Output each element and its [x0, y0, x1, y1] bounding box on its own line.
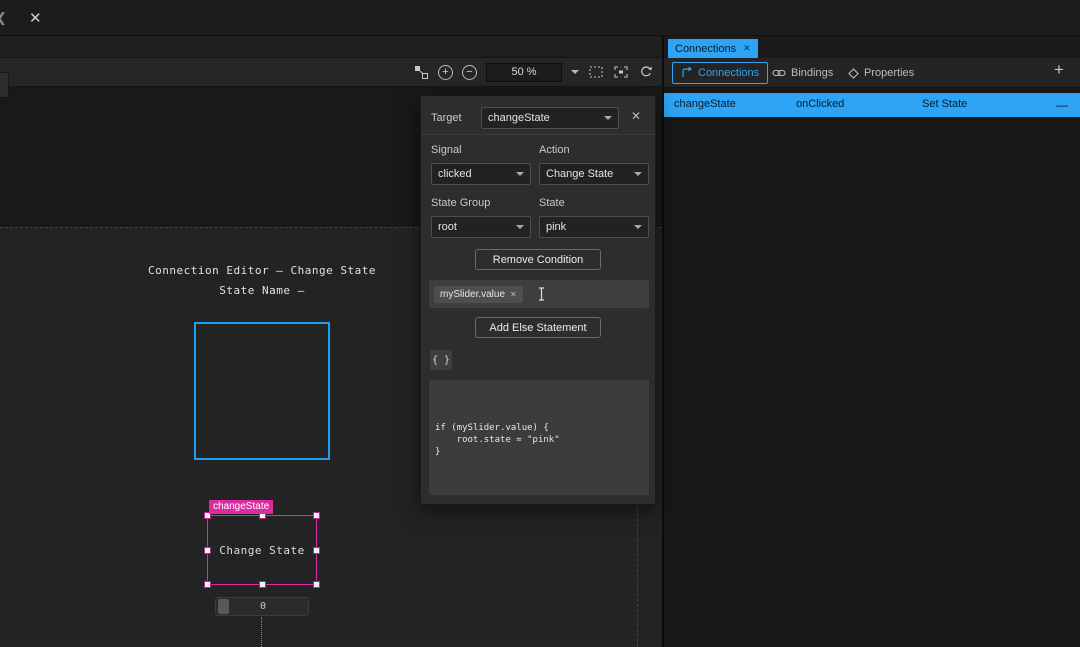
dialog-divider: [421, 134, 655, 135]
close-icon[interactable]: ✕: [29, 9, 42, 27]
zoom-selection-icon[interactable]: [613, 64, 629, 80]
canvas-toolbar: + − 50 %: [0, 57, 662, 87]
target-dropdown[interactable]: changeState: [481, 107, 619, 129]
properties-button-label: Properties: [864, 67, 914, 79]
tab-connections[interactable]: Connections ✕: [668, 39, 758, 58]
dialog-close-icon[interactable]: ✕: [631, 109, 641, 123]
tab-close-icon[interactable]: ✕: [743, 43, 751, 54]
zoom-out-icon[interactable]: −: [462, 65, 477, 80]
add-else-statement-button[interactable]: Add Else Statement: [475, 317, 601, 338]
transform-tool-icon[interactable]: [413, 64, 429, 80]
connections-panel: Connections ✕ Connections Bindings Prope…: [662, 36, 1080, 647]
link-icon: [772, 68, 786, 78]
fit-to-screen-icon[interactable]: [588, 64, 604, 80]
canvas-subheading-text: State Name —: [112, 284, 412, 297]
top-bar: ❮ ✕: [0, 0, 1080, 36]
bindings-view-button[interactable]: Bindings: [764, 62, 841, 84]
remove-condition-button[interactable]: Remove Condition: [475, 249, 601, 270]
selection-label-tag: changeState: [209, 500, 273, 514]
state-group-dropdown-value: root: [438, 221, 457, 233]
code-preview: if (mySlider.value) { root.state = "pink…: [429, 380, 649, 495]
chevron-down-icon: [604, 116, 612, 120]
code-line: root.state = "pink": [435, 434, 649, 446]
change-state-button-component[interactable]: Change State: [207, 515, 317, 585]
condition-chip-text: mySlider.value: [440, 289, 505, 300]
selection-handle[interactable]: [313, 512, 320, 519]
zoom-in-icon[interactable]: +: [438, 65, 453, 80]
anchor-connector-line: [261, 617, 262, 647]
properties-view-button[interactable]: Properties: [840, 62, 922, 84]
condition-input-field[interactable]: mySlider.value ✕: [429, 280, 649, 308]
tab-label: Connections: [675, 43, 736, 55]
signal-label: Signal: [431, 144, 462, 156]
panel-tab-strip: Connections ✕: [664, 36, 1080, 58]
state-dropdown-value: pink: [546, 221, 566, 233]
code-line: if (mySlider.value) {: [435, 422, 649, 434]
selection-handle[interactable]: [259, 581, 266, 588]
canvas-heading-text: Connection Editor — Change State: [112, 264, 412, 277]
text-cursor-icon: [537, 287, 546, 301]
connections-button-label: Connections: [698, 67, 759, 79]
bindings-button-label: Bindings: [791, 67, 833, 79]
zoom-dropdown-chevron-icon[interactable]: [571, 70, 579, 74]
state-group-dropdown[interactable]: root: [431, 216, 531, 238]
connection-arrow-icon: [681, 67, 693, 79]
selection-handle[interactable]: [204, 547, 211, 554]
diamond-icon: [848, 68, 859, 79]
action-dropdown[interactable]: Change State: [539, 163, 649, 185]
connection-row-selected[interactable]: changeState onClicked Set State —: [664, 93, 1080, 117]
chevron-down-icon: [516, 172, 524, 176]
action-label: Action: [539, 144, 570, 156]
row-remove-icon[interactable]: —: [1056, 98, 1068, 112]
connections-view-button[interactable]: Connections: [672, 62, 768, 84]
zoom-level-field[interactable]: 50 %: [486, 63, 562, 82]
reset-view-icon[interactable]: [638, 64, 654, 80]
condition-chip[interactable]: mySlider.value ✕: [434, 286, 523, 303]
component-button-text: Change State: [219, 544, 304, 557]
selection-handle[interactable]: [313, 547, 320, 554]
row-signal-cell[interactable]: onClicked: [796, 98, 844, 110]
slider-value: 0: [216, 601, 310, 612]
target-dropdown-value: changeState: [488, 112, 550, 124]
state-preview-rectangle[interactable]: [194, 322, 330, 460]
row-action-cell[interactable]: Set State: [922, 98, 967, 110]
chevron-down-icon: [516, 225, 524, 229]
target-label: Target: [431, 112, 462, 124]
signal-dropdown-value: clicked: [438, 168, 472, 180]
signal-dropdown[interactable]: clicked: [431, 163, 531, 185]
chevron-down-icon: [634, 172, 642, 176]
back-chevron-icon[interactable]: ❮: [0, 10, 7, 26]
docked-panel-tab[interactable]: [0, 72, 9, 98]
chevron-down-icon: [634, 225, 642, 229]
panel-toolbar: Connections Bindings Properties +: [664, 58, 1080, 88]
selection-handle[interactable]: [313, 581, 320, 588]
connection-editor-dialog: Target changeState ✕ Signal Action click…: [420, 95, 656, 505]
action-dropdown-value: Change State: [546, 168, 613, 180]
code-view-toggle-button[interactable]: { }: [430, 350, 452, 370]
code-line: }: [435, 446, 649, 458]
state-group-label: State Group: [431, 197, 490, 209]
row-target-cell[interactable]: changeState: [674, 98, 736, 110]
state-dropdown[interactable]: pink: [539, 216, 649, 238]
selection-handle[interactable]: [204, 581, 211, 588]
state-label: State: [539, 197, 565, 209]
add-connection-icon[interactable]: +: [1054, 60, 1064, 80]
slider-component[interactable]: 0: [215, 597, 309, 616]
chip-close-icon[interactable]: ✕: [510, 290, 517, 299]
